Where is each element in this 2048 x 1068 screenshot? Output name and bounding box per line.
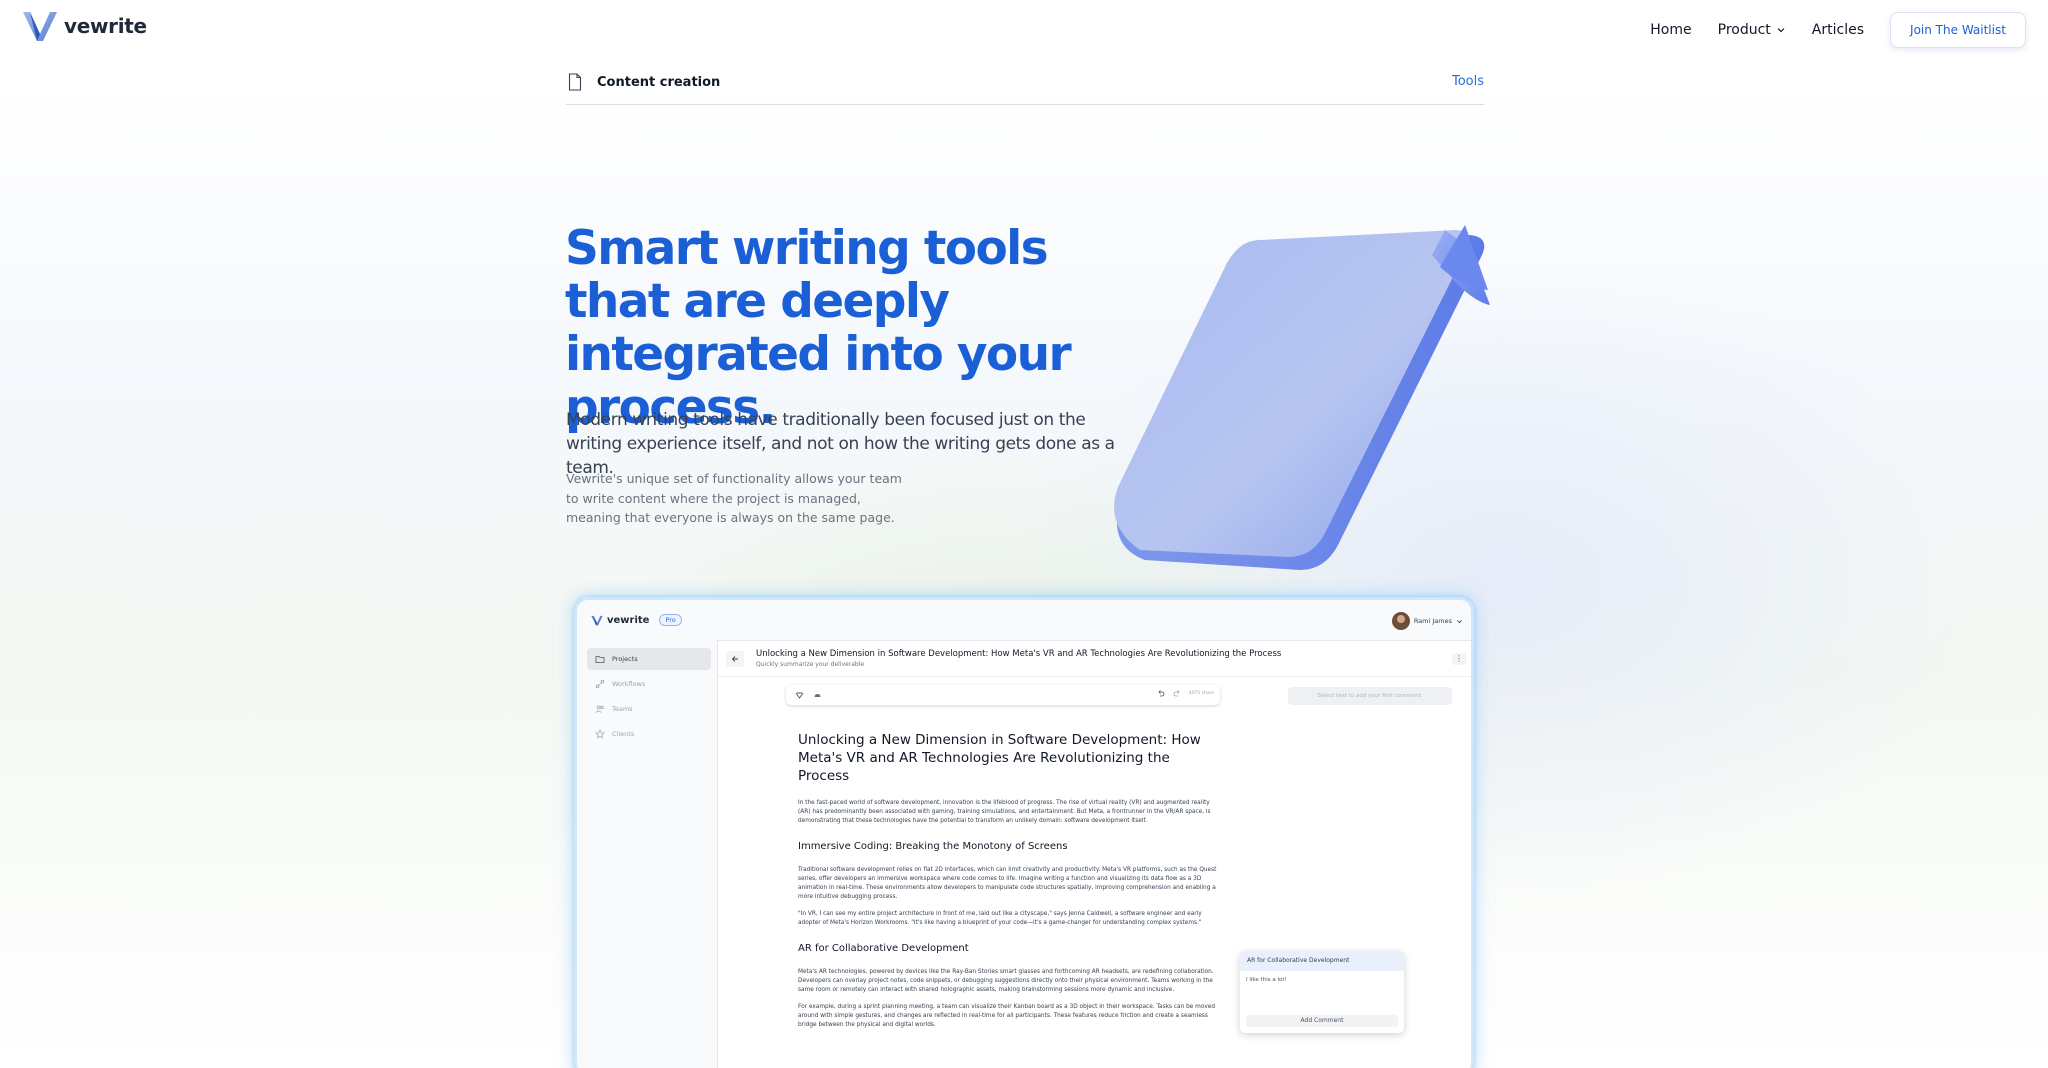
article-paragraph: "In VR, I can see my entire project arch… [798, 911, 1202, 926]
sparkle-icon[interactable] [813, 691, 822, 700]
article-subheading: Immersive Coding: Breaking the Monotony … [798, 841, 1068, 852]
toolbar-right: 4075 chars [1157, 689, 1214, 697]
doc-title[interactable]: Unlocking a New Dimension in Software De… [756, 649, 1281, 659]
avatar [1391, 612, 1410, 630]
workflow-icon [595, 679, 605, 689]
nav-product-label: Product [1717, 22, 1771, 38]
sidebar-item-label: Projects [612, 655, 638, 663]
add-comment-button[interactable]: Add Comment [1246, 1015, 1398, 1027]
app-sidebar: Projects Workflows Teams Clients [577, 640, 717, 1068]
nav-home-link[interactable]: Home [1650, 22, 1691, 38]
article-paragraph: Meta's AR technologies, powered by devic… [798, 969, 1214, 993]
hero-title: Smart writing tools that are deeply inte… [565, 221, 1072, 435]
sidebar-item-label: Workflows [612, 680, 646, 688]
redo-icon[interactable] [1173, 689, 1181, 697]
user-menu[interactable]: Rami James [1391, 612, 1463, 630]
doc-header: Unlocking a New Dimension in Software De… [718, 641, 1471, 677]
paper-sheet-icon [1114, 225, 1490, 570]
back-button[interactable] [726, 651, 744, 667]
brand-logo[interactable]: vewrite [22, 10, 147, 42]
undo-icon[interactable] [1157, 689, 1165, 697]
more-options-icon[interactable]: ⋮ [1452, 653, 1466, 665]
folder-icon [595, 656, 605, 663]
doc-description[interactable]: Quickly summarize your deliverable [756, 661, 864, 668]
document-icon [568, 73, 582, 91]
app-topbar: vewrite Pro Rami James [577, 600, 1471, 640]
nav-product-menu[interactable]: Product [1718, 22, 1786, 38]
scrollbar[interactable] [1472, 679, 1474, 1068]
article-body[interactable]: Unlocking a New Dimension in Software De… [798, 731, 1218, 1038]
nav-articles-link[interactable]: Articles [1812, 22, 1864, 38]
editor-panel: Unlocking a New Dimension in Software De… [717, 640, 1474, 1068]
sidebar-item-label: Teams [612, 705, 633, 713]
pro-badge: Pro [659, 614, 682, 626]
editor-toolbar: 4075 chars [786, 685, 1220, 705]
users-icon [595, 705, 604, 713]
vewrite-logo-icon [23, 12, 57, 41]
chevron-down-icon [1777, 28, 1785, 33]
user-name: Rami James [1413, 617, 1452, 625]
sidebar-item-clients[interactable]: Clients [587, 723, 711, 745]
comment-popover: AR for Collaborative Development I like … [1240, 951, 1404, 1033]
article-paragraph: In the fast-paced world of software deve… [798, 800, 1211, 824]
sidebar-item-workflows[interactable]: Workflows [587, 673, 711, 695]
brand-name: vewrite [64, 14, 147, 38]
app-brand: vewrite Pro [591, 614, 682, 626]
comment-input[interactable]: I like this a lot! [1246, 977, 1398, 1005]
vewrite-logo-icon [591, 615, 603, 625]
section-title: Content creation [568, 73, 720, 91]
star-icon [595, 729, 605, 739]
scrollbar-thumb[interactable] [1472, 683, 1474, 943]
arrow-left-icon [731, 656, 738, 662]
article-paragraph: For example, during a sprint planning me… [798, 1004, 1216, 1028]
top-nav: vewrite Home Product Articles Join The W… [0, 0, 2048, 56]
section-header: Content creation Tools [566, 70, 1484, 105]
comment-hint: Select text to add your first comment. [1288, 687, 1452, 705]
app-brand-name: vewrite [607, 614, 650, 626]
paper-illustration [1110, 225, 1490, 597]
section-title-text: Content creation [597, 74, 721, 90]
article-paragraph: Traditional software development relies … [798, 867, 1217, 900]
article-heading: Unlocking a New Dimension in Software De… [798, 732, 1201, 784]
tools-link[interactable]: Tools [1452, 74, 1484, 89]
heading-icon[interactable] [795, 691, 804, 700]
comment-context: AR for Collaborative Development [1240, 951, 1404, 971]
app-preview: vewrite Pro Rami James Projects Workflow… [574, 597, 1474, 1068]
chevron-down-icon [1457, 619, 1462, 623]
sidebar-item-projects[interactable]: Projects [587, 648, 711, 670]
article-subheading: AR for Collaborative Development [798, 943, 969, 954]
join-waitlist-button[interactable]: Join The Waitlist [1890, 12, 2026, 48]
sidebar-item-teams[interactable]: Teams [587, 698, 711, 720]
nav-links: Home Product Articles Join The Waitlist [1650, 12, 2026, 48]
hero-body: Vewrite's unique set of functionality al… [566, 471, 902, 525]
char-count: 4075 chars [1188, 690, 1214, 696]
sidebar-item-label: Clients [612, 730, 635, 738]
